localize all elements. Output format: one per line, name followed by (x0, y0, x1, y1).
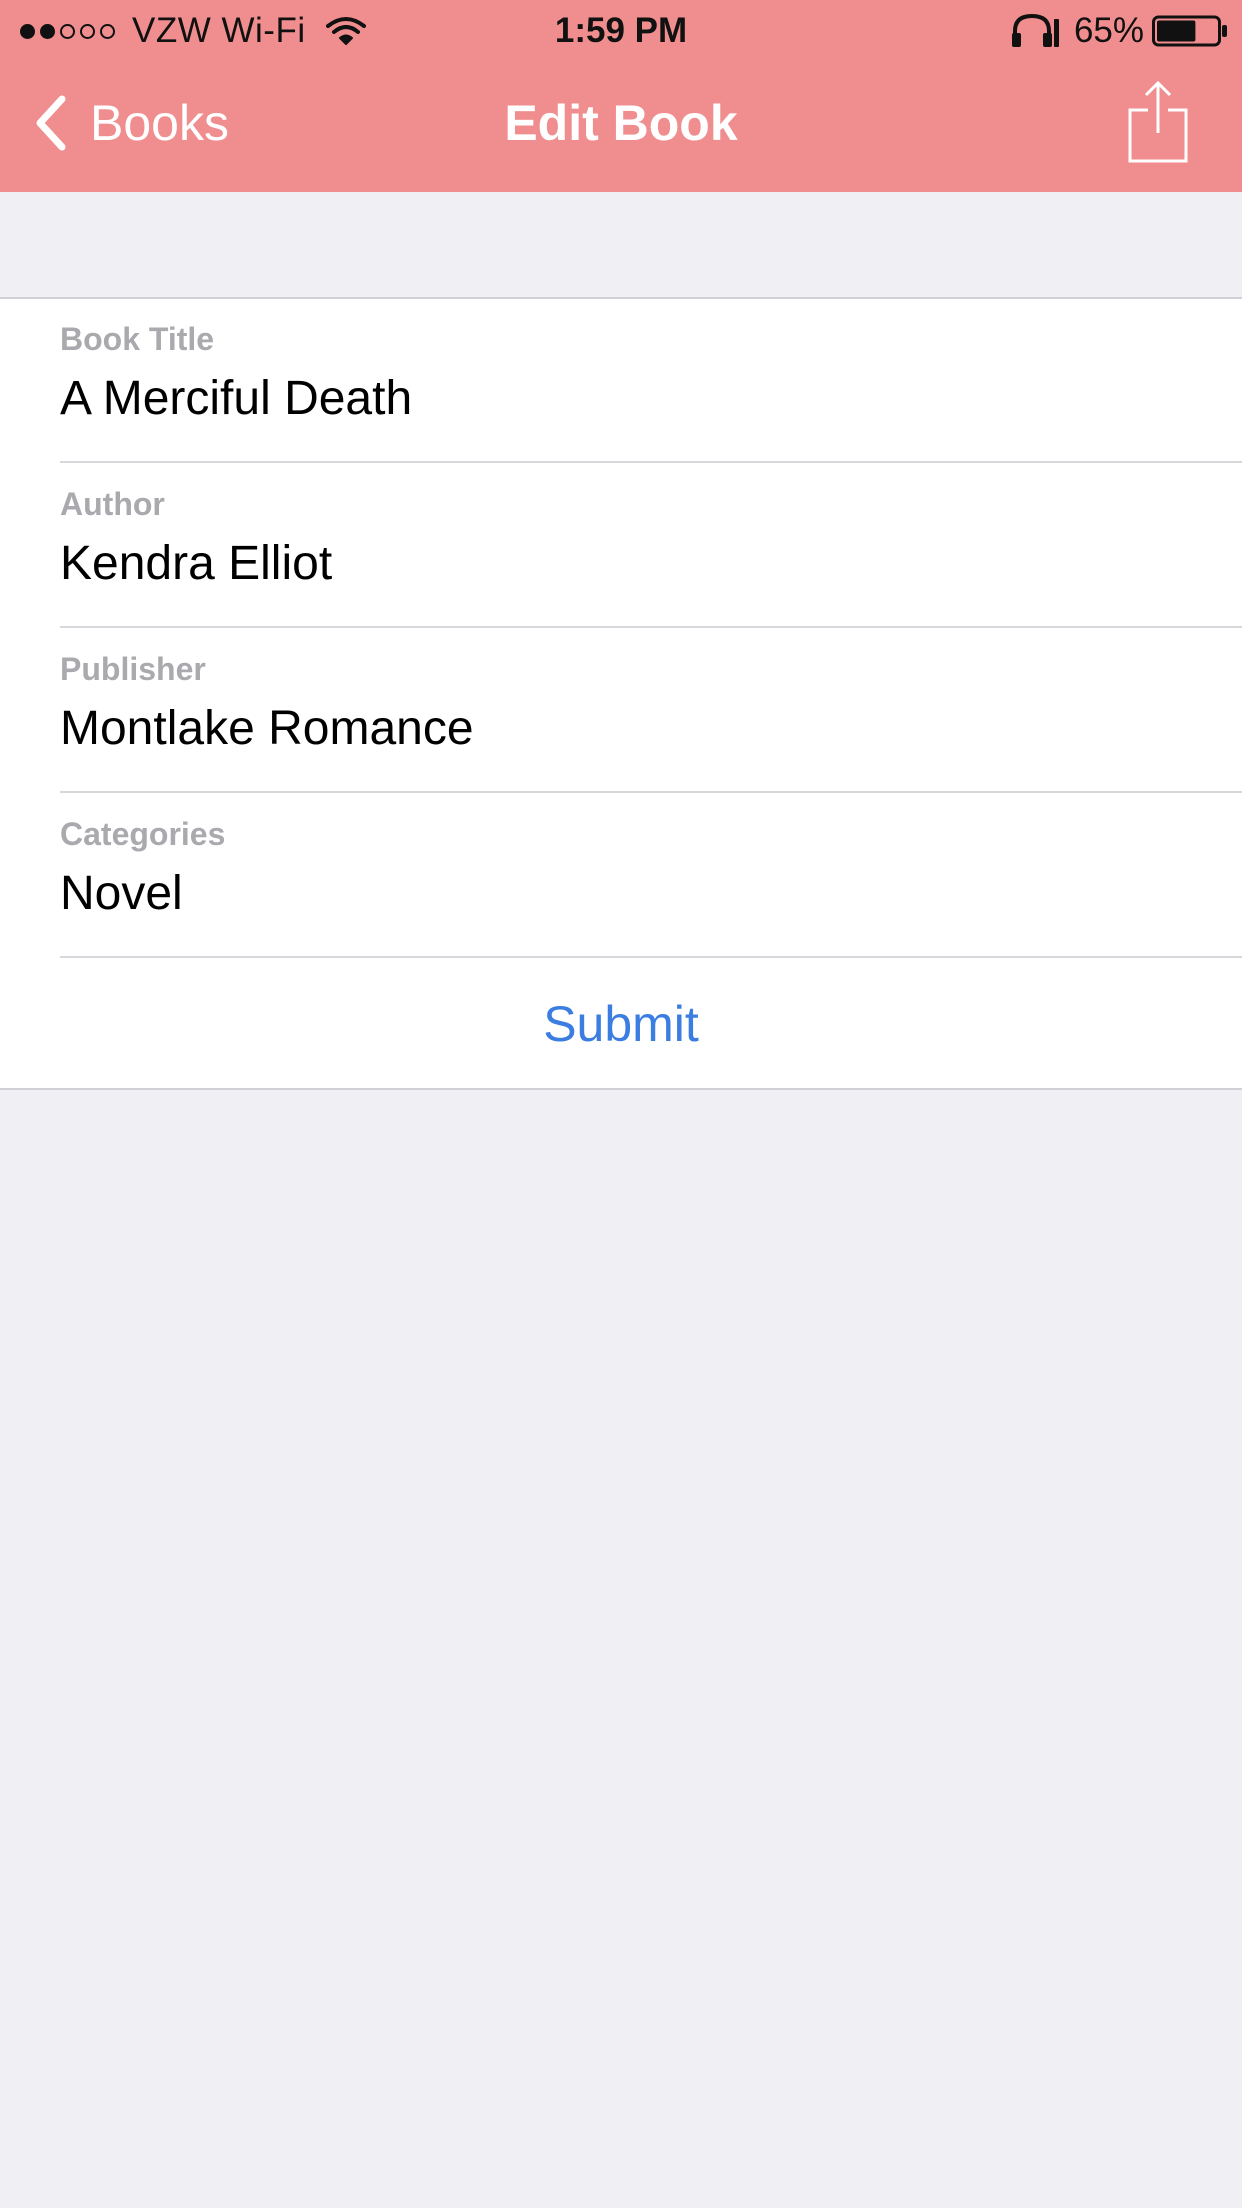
share-button[interactable] (1126, 78, 1190, 164)
publisher-label: Publisher (60, 651, 206, 687)
book-title-row: Book Title A Merciful Death (60, 299, 1242, 463)
author-field[interactable]: Kendra Elliot (60, 536, 332, 591)
publisher-row: Publisher Montlake Romance (60, 629, 1242, 793)
categories-row: Categories Novel (60, 794, 1242, 958)
publisher-field[interactable]: Montlake Romance (60, 701, 474, 756)
battery-percentage: 65% (1073, 11, 1144, 50)
status-bar: VZW Wi-Fi 1:59 PM 65% (0, 0, 1242, 60)
book-title-label: Book Title (60, 321, 215, 357)
navigation-bar: Books Edit Book (0, 60, 1242, 192)
app-header: VZW Wi-Fi 1:59 PM 65% Books Edit Book (0, 0, 1242, 192)
author-label: Author (60, 486, 165, 522)
author-row: Author Kendra Elliot (60, 464, 1242, 628)
categories-field[interactable]: Novel (60, 866, 183, 921)
page-title: Edit Book (504, 95, 738, 151)
submit-button[interactable]: Submit (0, 959, 1242, 1090)
headphones-icon (1011, 13, 1059, 47)
share-icon (1128, 80, 1188, 163)
status-right: 65% (1010, 10, 1228, 52)
book-title-field[interactable]: A Merciful Death (60, 371, 412, 426)
battery-icon (1152, 15, 1227, 47)
edit-book-form: Book Title A Merciful Death Author Kendr… (0, 297, 1242, 1090)
categories-label: Categories (60, 816, 226, 852)
